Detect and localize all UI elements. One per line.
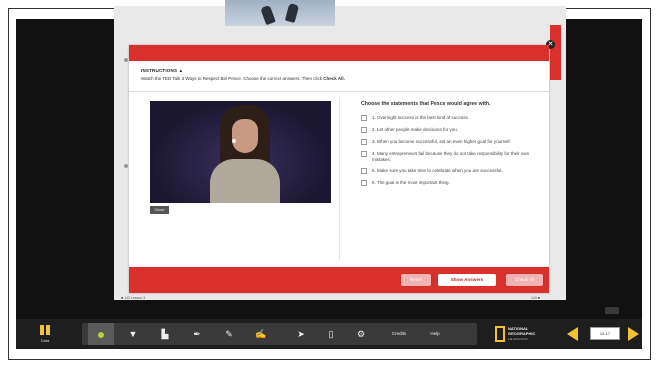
instructions: INSTRUCTIONS ▲ Watch the TED Talk 3 Ways… <box>141 68 541 81</box>
help-button[interactable]: Help <box>422 323 448 345</box>
page-number-input[interactable]: 14-17 <box>590 327 620 340</box>
instructions-text: Watch the TED Talk 3 Ways to Respect Bel… <box>141 76 345 81</box>
page-edge-marker <box>124 164 128 168</box>
bottom-toolbar: Data ▼ ▙ ✒ ✎ ✍ ➤ ▯ ⚙ Credits Help NATION… <box>16 319 642 349</box>
video-close-button[interactable]: Close <box>150 206 169 214</box>
tool-palette: ▼ ▙ ✒ ✎ ✍ ➤ ▯ ⚙ Credits Help <box>82 323 477 345</box>
data-button[interactable]: Data <box>34 321 56 347</box>
option-label: 5. Make sure you take time to celebrate … <box>372 168 503 174</box>
option-label: 2. Let other people make decisions for y… <box>372 127 459 132</box>
page-side-tab[interactable] <box>550 25 561 80</box>
page-number-left: ■ 142 Lesson 3 <box>121 296 146 300</box>
question-title: Choose the statements that Pesce would a… <box>361 101 491 107</box>
previous-page-icon[interactable] <box>567 327 578 341</box>
column-divider <box>339 97 340 260</box>
option-item[interactable]: 5. Make sure you take time to celebrate … <box>361 168 541 175</box>
pointer-icon[interactable]: ➤ <box>290 323 312 345</box>
check-all-button[interactable]: Check All <box>506 274 543 286</box>
dot-icon[interactable] <box>88 323 114 345</box>
instructions-title[interactable]: INSTRUCTIONS ▲ <box>141 68 541 73</box>
option-item[interactable]: 3. When you become successful, set an ev… <box>361 139 541 145</box>
option-item[interactable]: 6. The goal is the most important thing. <box>361 180 541 187</box>
national-geographic-logo: NATIONAL GEOGRAPHIC LEARNING <box>495 325 545 343</box>
settings-icon[interactable]: ⚙ <box>350 323 372 345</box>
toolbar-toggle-handle[interactable] <box>605 307 619 314</box>
marker-icon[interactable]: ▼ <box>120 323 146 345</box>
option-item[interactable]: 2. Let other people make decisions for y… <box>361 127 541 133</box>
option-label: 1. Overnight success is the best kind of… <box>372 115 470 120</box>
option-item[interactable]: 4. Many entrepreneurs fail because they … <box>361 151 541 162</box>
next-page-icon[interactable] <box>628 327 639 341</box>
activity-modal: INSTRUCTIONS ▲ Watch the TED Talk 3 Ways… <box>129 45 549 293</box>
pencil-icon[interactable]: ✎ <box>216 323 242 345</box>
checkbox[interactable] <box>361 139 367 145</box>
option-item[interactable]: 1. Overnight success is the best kind of… <box>361 115 541 121</box>
option-label: 3. When you become successful, set an ev… <box>372 139 511 144</box>
page-header-image <box>225 0 335 26</box>
option-label: 6. The goal is the most important thing. <box>372 180 450 186</box>
page-edge-marker <box>124 58 128 62</box>
show-answers-button[interactable]: Show Answers <box>438 274 496 286</box>
modal-header-bar <box>129 45 549 61</box>
question-panel: Choose the statements that Pesce would a… <box>361 101 541 192</box>
checkbox[interactable] <box>361 115 367 121</box>
credits-button[interactable]: Credits <box>382 323 416 345</box>
page-icon[interactable]: ▯ <box>320 323 342 345</box>
checkbox[interactable] <box>361 127 367 133</box>
data-icon <box>40 325 50 335</box>
pen-icon[interactable]: ✒ <box>184 323 210 345</box>
stamp-icon[interactable]: ▙ <box>152 323 178 345</box>
video-player[interactable] <box>150 101 331 203</box>
brush-icon[interactable]: ✍ <box>248 323 274 345</box>
option-label: 4. Many entrepreneurs fail because they … <box>372 151 530 162</box>
checkbox[interactable] <box>361 168 367 175</box>
data-label: Data <box>40 338 50 343</box>
reset-button[interactable]: Reset <box>401 274 431 286</box>
checkbox[interactable] <box>361 151 367 157</box>
checkbox[interactable] <box>361 180 367 187</box>
page-number-right: 143 ■ <box>531 296 540 300</box>
divider <box>129 91 549 92</box>
